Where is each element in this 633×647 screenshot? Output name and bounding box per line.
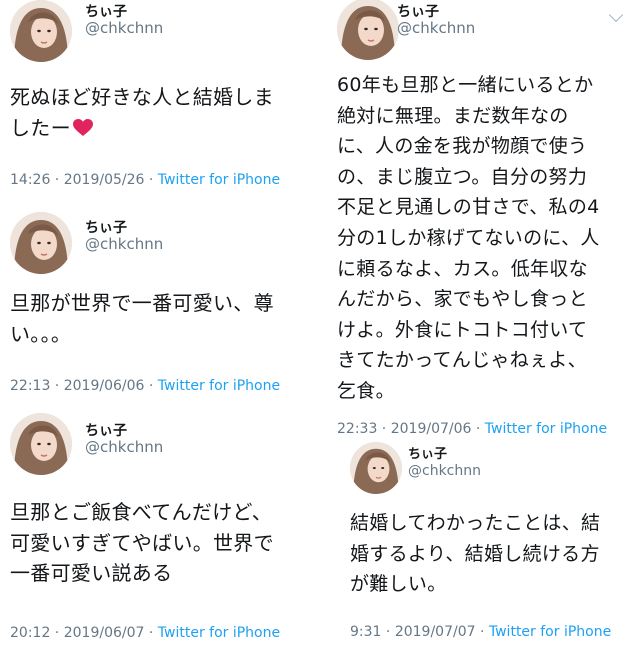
tweet-date[interactable]: 2019/06/07 — [64, 625, 145, 641]
tweet-card: ちぃ子 @chkchnn 60年も旦那と一緒にいるとか 絶対に無理。まだ数年なの… — [337, 0, 633, 445]
user-names: ちぃ子 @chkchnn — [408, 447, 481, 479]
tweet-line: けよ。外食にトコトコ付いて — [337, 318, 588, 341]
tweet-line: に、人の金を我が物顔で使う — [337, 135, 588, 158]
heart-emoji — [72, 118, 93, 136]
user-names: ちぃ子 @chkchnn — [85, 220, 163, 253]
tweet-source[interactable]: Twitter for iPhone — [158, 378, 280, 394]
user-names: ちぃ子 @chkchnn — [85, 423, 163, 456]
tweet-text: 結婚してわかったことは、結 婚するより、結婚し続ける方 が難しい。 — [350, 508, 600, 600]
display-name[interactable]: ちぃ子 — [85, 423, 163, 439]
tweet-line: 旦那とご飯食べてんだけど、 — [10, 500, 273, 524]
tweet-meta: 22:33 · 2019/07/06 · Twitter for iPhone — [337, 421, 608, 437]
tweet-line: 絶対に無理。まだ数年なの — [337, 104, 569, 127]
tweet-line: に頼るなよ、カス。低年収な — [337, 257, 588, 280]
avatar[interactable] — [10, 212, 72, 274]
tweet-date[interactable]: 2019/05/26 — [64, 172, 145, 188]
tweet-source[interactable]: Twitter for iPhone — [485, 421, 607, 437]
tweet-date[interactable]: 2019/06/06 — [64, 378, 145, 394]
handle[interactable]: @chkchnn — [408, 463, 481, 479]
tweet-card: ちぃ子 @chkchnn 旦那とご飯食べてんだけど、 可愛いすぎてやばい。世界で… — [10, 413, 320, 647]
tweet-line: 一番可愛い説ある — [10, 561, 173, 585]
tweet-time[interactable]: 9:31 — [350, 624, 381, 640]
avatar[interactable] — [337, 0, 399, 60]
tweet-time[interactable]: 22:33 — [337, 421, 377, 437]
avatar[interactable] — [10, 413, 72, 475]
tweet-time[interactable]: 14:26 — [10, 172, 50, 188]
tweet-text: 旦那が世界で一番可愛い、尊 い。。。 — [10, 288, 274, 349]
handle[interactable]: @chkchnn — [85, 235, 163, 253]
tweet-line: 婚するより、結婚し続ける方 — [350, 542, 600, 565]
tweet-text: 死ぬほど好きな人と結婚しま したー — [10, 82, 274, 143]
tweet-line: の、まじ腹立つ。自分の努力 — [337, 165, 588, 188]
tweet-line: 不足と見通しの甘さで、私の4 — [337, 196, 600, 219]
chevron-down-icon[interactable] — [608, 7, 624, 23]
tweet-text: 旦那とご飯食べてんだけど、 可愛いすぎてやばい。世界で 一番可愛い説ある — [10, 497, 274, 589]
tweet-source[interactable]: Twitter for iPhone — [158, 172, 280, 188]
tweet-line: い。。。 — [10, 321, 72, 346]
tweet-source[interactable]: Twitter for iPhone — [489, 624, 611, 640]
tweet-time[interactable]: 20:12 — [10, 625, 50, 641]
display-name[interactable]: ちぃ子 — [85, 4, 163, 20]
tweet-line: 分の1しか稼げてないのに、人 — [337, 226, 600, 249]
tweet-line: 死ぬほど好きな人と結婚しま — [10, 85, 274, 109]
tweet-line: 結婚してわかったことは、結 — [350, 512, 601, 534]
tweet-source[interactable]: Twitter for iPhone — [158, 625, 280, 641]
tweet-line-with-emoji: したー — [10, 113, 274, 144]
tweet-line: んだから、家でもやし食っと — [337, 288, 588, 311]
tweet-date[interactable]: 2019/07/06 — [391, 421, 472, 437]
tweet-time[interactable]: 22:13 — [10, 378, 50, 394]
tweet-meta: 20:12 · 2019/06/07 · Twitter for iPhone — [10, 625, 281, 641]
tweet-line: 旦那が世界で一番可愛い、尊 — [10, 291, 274, 315]
user-names: ちぃ子 @chkchnn — [397, 4, 475, 37]
handle[interactable]: @chkchnn — [85, 19, 163, 37]
tweet-line: 可愛いすぎてやばい。世界で — [10, 530, 274, 555]
display-name[interactable]: ちぃ子 — [85, 220, 163, 236]
tweet-card: ちぃ子 @chkchnn 結婚してわかったことは、結 婚するより、結婚し続ける方… — [350, 442, 633, 647]
tweet-line: きてたかってんじゃねぇよ、 — [337, 349, 587, 372]
tweet-line: 60年も旦那と一緒にいるとか — [337, 74, 594, 96]
avatar[interactable] — [350, 442, 402, 494]
handle[interactable]: @chkchnn — [397, 19, 475, 37]
tweet-line: したー — [10, 115, 71, 140]
tweet-date[interactable]: 2019/07/07 — [395, 624, 476, 640]
display-name[interactable]: ちぃ子 — [397, 4, 475, 20]
tweet-card: ちぃ子 @chkchnn 旦那が世界で一番可愛い、尊 い。。。 22:13 · … — [10, 212, 310, 402]
tweet-meta: 22:13 · 2019/06/06 · Twitter for iPhone — [10, 378, 281, 394]
handle[interactable]: @chkchnn — [85, 438, 163, 456]
tweet-meta: 14:26 · 2019/05/26 · Twitter for iPhone — [10, 172, 281, 188]
tweet-line: が難しい。 — [350, 573, 447, 595]
tweet-card: ちぃ子 @chkchnn 死ぬほど好きな人と結婚しま したー 14:26 · 2… — [10, 0, 310, 200]
tweet-text: 60年も旦那と一緒にいるとか 絶対に無理。まだ数年なの に、人の金を我が物顔で使… — [337, 70, 600, 407]
user-names: ちぃ子 @chkchnn — [85, 4, 163, 37]
display-name[interactable]: ちぃ子 — [408, 447, 481, 463]
avatar[interactable] — [10, 0, 72, 62]
tweet-meta: 9:31 · 2019/07/07 · Twitter for iPhone — [350, 624, 612, 640]
tweet-line: 乞食。 — [337, 379, 395, 402]
